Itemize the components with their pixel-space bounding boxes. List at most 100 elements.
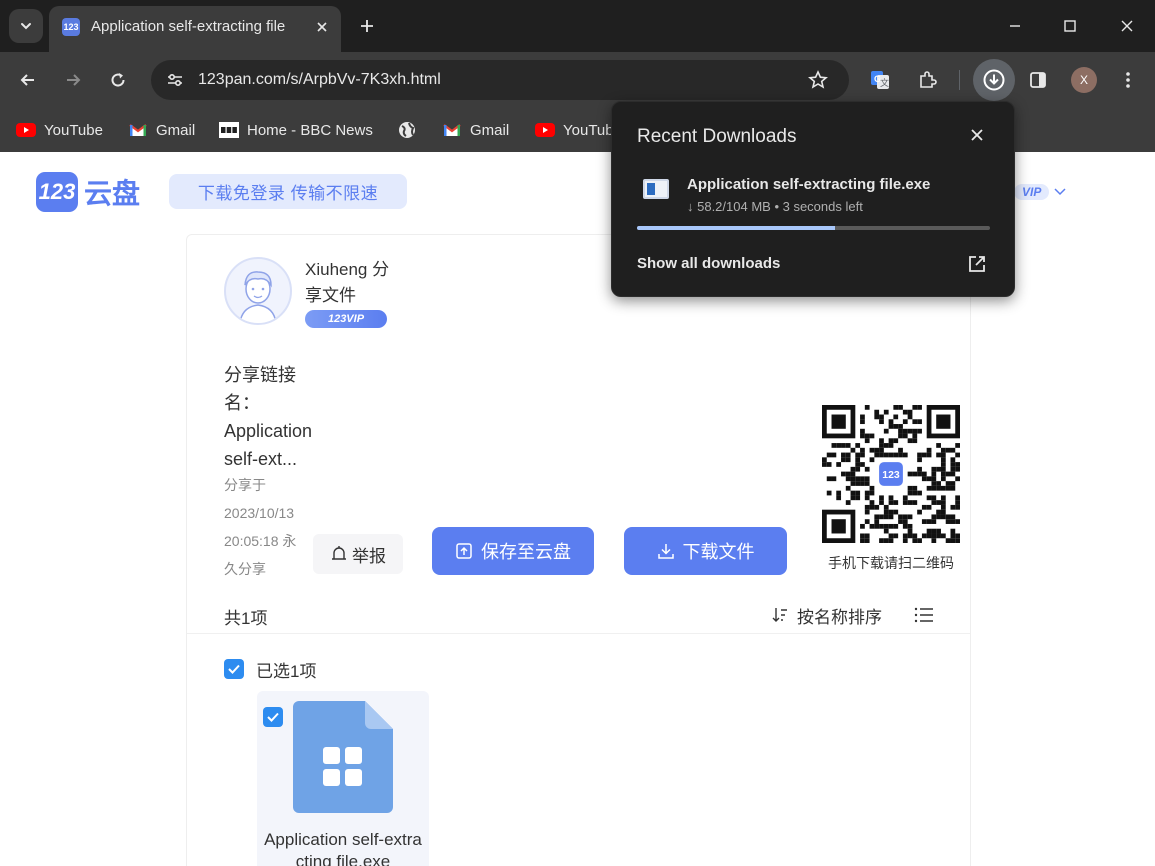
user-vip-badge: 123VIP [305,310,387,328]
maximize-icon [1064,20,1076,32]
bookmark-bbc-news[interactable]: Home - BBC News [219,118,373,142]
download-icon [657,542,675,560]
minimize-icon [1010,25,1020,27]
checkbox-checked-icon [224,659,244,679]
reload-icon [111,73,125,87]
new-tab-button[interactable] [354,13,380,39]
minimize-button[interactable] [1000,11,1030,41]
gmail-icon [442,122,462,138]
download-icon [983,69,1005,91]
back-button[interactable] [12,64,44,96]
qr-code: 123 [822,405,960,543]
bookmark-globe[interactable] [397,118,425,142]
downloads-bubble: Recent Downloads Application self-extrac… [611,101,1015,297]
list-view-button[interactable] [912,603,936,627]
downloads-button[interactable] [973,59,1015,101]
tab-strip: 123 Application self-extracting file [0,0,1155,52]
file-name: Application self-extracting file.exe [264,830,422,866]
tab-title: Application self-extracting file [91,18,286,35]
extensions-button[interactable] [911,64,943,96]
show-all-downloads-link[interactable]: Show all downloads [637,255,780,272]
share-time: 分享于 2023/10/13 20:05:18 永久分享 [224,477,297,577]
report-button[interactable]: 举报 [313,534,403,574]
list-icon [914,607,933,623]
close-icon [971,129,983,141]
download-progress-bar [637,226,990,230]
tab-favicon-icon: 123 [62,18,80,36]
bookmark-youtube-2[interactable]: YouTube [535,118,622,142]
browser-menu-button[interactable] [1112,64,1144,96]
download-progress-fill [637,226,835,230]
exe-file-icon [643,179,669,199]
bookmark-label: Gmail [156,121,196,139]
file-app-icon [293,701,393,813]
side-panel-button[interactable] [1022,64,1054,96]
report-label: 举报 [352,546,386,566]
share-link-name: 分享链接名：Application self-ext... [224,365,313,469]
logo-badge: 123 [36,172,78,212]
close-window-button[interactable] [1112,11,1142,41]
svg-text:123: 123 [882,470,900,481]
selected-count: 已选1项 [256,661,317,681]
puzzle-icon [920,71,937,88]
tune-icon [168,73,182,87]
open-downloads-page-button[interactable] [964,251,990,277]
toolbar-divider [959,70,960,90]
person-icon [239,271,277,323]
bookmark-label: YouTube [44,121,103,139]
tab-search-button[interactable] [9,9,43,43]
reload-button[interactable] [102,64,134,96]
file-item[interactable]: Application self-extracting file.exe [257,691,429,866]
svg-text:文: 文 [880,77,889,89]
youtube-icon [16,122,36,138]
share-card: Xiuheng 分享文件 123VIP 分享链接名：Application se… [186,234,971,866]
item-count: 共1项 [224,609,268,628]
close-icon [317,22,327,32]
bookmark-label: Gmail [470,121,510,139]
download-file-button[interactable]: 下载文件 [624,527,787,575]
check-icon [267,712,279,722]
site-info-button[interactable] [161,66,189,94]
side-panel-icon [1030,72,1046,88]
google-translate-button[interactable]: G文 [864,64,896,96]
user-avatar [224,257,292,325]
bookmark-gmail-2[interactable]: Gmail [442,118,509,142]
bookmark-youtube[interactable]: YouTube [16,118,103,142]
profile-avatar[interactable]: X [1071,67,1097,93]
logo-text: 云盘 [84,178,141,209]
file-checkbox[interactable] [263,707,283,727]
qr-caption: 手机下载请扫二维码 [828,555,954,571]
browser-toolbar: 123pan.com/s/ArpbVv-7K3xh.html G文 X [0,52,1155,108]
qr-code-image: 123 [822,405,960,543]
download-status: ↓ 58.2/104 MB • 3 seconds left [687,199,863,214]
chevron-down-icon [1054,188,1066,196]
downloads-close-button[interactable] [964,122,990,148]
forward-button[interactable] [57,64,89,96]
plus-icon [361,20,373,32]
star-icon [808,70,828,89]
download-file-name[interactable]: Application self-extracting file.exe [687,176,930,193]
site-logo[interactable]: 123 云盘 [36,172,140,212]
upload-icon [455,542,473,560]
header-vip-menu[interactable]: VIP [1014,182,1067,202]
save-label: 保存至云盘 [481,542,571,562]
tab-close-button[interactable] [311,16,333,38]
tab-active[interactable]: 123 Application self-extracting file [49,6,341,52]
maximize-button[interactable] [1055,11,1085,41]
close-icon [1121,20,1133,32]
arrow-left-icon [20,74,34,86]
save-to-cloud-button[interactable]: 保存至云盘 [432,527,594,575]
promo-banner: 下载免登录 传输不限速 [169,174,407,209]
bookmark-label: Home - BBC News [247,121,373,139]
sort-label: 按名称排序 [797,607,882,627]
bookmark-gmail[interactable]: Gmail [128,118,195,142]
bookmark-star-button[interactable] [805,67,831,93]
chevron-down-icon [21,23,31,30]
vip-badge: VIP [1014,184,1050,200]
gmail-icon [128,122,148,138]
translate-icon: G文 [871,71,889,89]
sort-by-name-button[interactable]: 按名称排序 [771,603,882,627]
arrow-right-icon [67,74,81,86]
select-all-checkbox[interactable]: 已选1项 [224,657,316,681]
address-bar[interactable]: 123pan.com/s/ArpbVv-7K3xh.html [151,60,849,100]
